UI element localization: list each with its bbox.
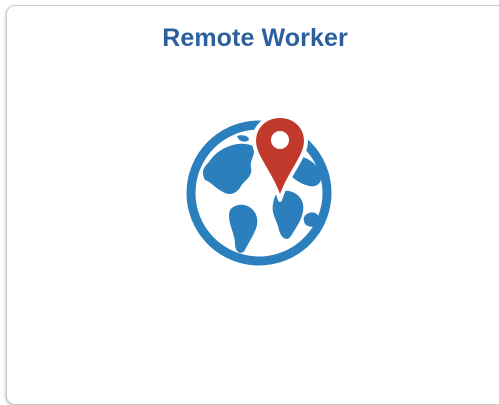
tile-title: Remote Worker <box>162 24 348 52</box>
globe-location-pin-icon <box>179 110 339 270</box>
remote-worker-tile[interactable]: Remote Worker <box>6 5 499 405</box>
